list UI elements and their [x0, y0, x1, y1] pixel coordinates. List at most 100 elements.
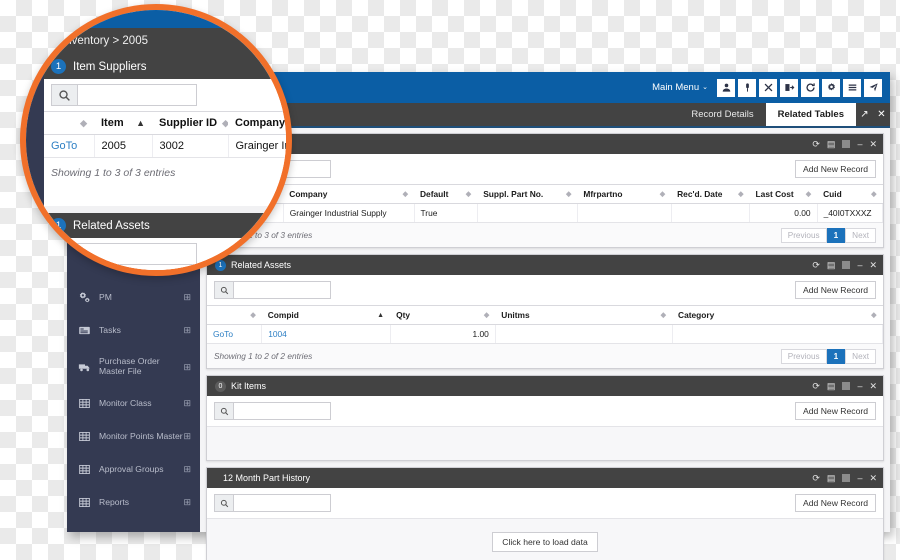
showing-entries-label: Showing 1 to 2 of 2 entries: [214, 351, 313, 361]
search-icon[interactable]: [214, 494, 233, 512]
columns-icon[interactable]: ▤: [827, 473, 836, 484]
sidebar-item-purchase-order-master-file[interactable]: Purchase Order Master File ⊞: [67, 347, 200, 387]
goto-link[interactable]: GoTo: [51, 140, 77, 152]
sidebar-item-reports[interactable]: Reports ⊞: [67, 486, 200, 519]
refresh-icon[interactable]: [801, 78, 819, 97]
column-header-mfrpartno[interactable]: Mfrpartno ◆: [577, 184, 672, 204]
pagination-page-1[interactable]: 1: [826, 348, 846, 364]
column-header-category[interactable]: Category ◆: [672, 305, 883, 325]
close-icon[interactable]: ✕: [869, 260, 877, 271]
logout-icon[interactable]: [780, 78, 798, 97]
column-header-recd-date[interactable]: Rec'd. Date ◆: [671, 184, 750, 204]
search-icon[interactable]: [51, 84, 77, 106]
table-row[interactable]: GoTo 1004 1.00: [207, 324, 884, 344]
minimize-icon[interactable]: –: [857, 473, 862, 483]
column-header-company[interactable]: Company: [228, 111, 286, 135]
send-icon[interactable]: [864, 78, 882, 97]
expand-icon[interactable]: ⊞: [183, 292, 191, 303]
columns-icon[interactable]: ▤: [827, 260, 836, 271]
pagination-page-1[interactable]: 1: [826, 227, 846, 243]
gear-icon[interactable]: [822, 78, 840, 97]
search-input[interactable]: [233, 494, 331, 512]
search-input[interactable]: [77, 84, 197, 106]
refresh-icon[interactable]: ⟳: [812, 473, 820, 484]
pagination-next[interactable]: Next: [845, 227, 876, 243]
sidebar-item-pm[interactable]: PM ⊞: [67, 281, 200, 314]
table-row[interactable]: GoTo 2005 3002 Grainger Indu: [44, 134, 286, 158]
restore-icon[interactable]: [842, 474, 851, 482]
showing-entries-label: Showing 1 to 3 of 3 entries: [51, 167, 176, 179]
sidebar-item-monitor-class[interactable]: Monitor Class ⊞: [67, 387, 200, 420]
column-header-company[interactable]: Company ◆: [283, 184, 414, 204]
tab-record-details[interactable]: Record Details: [679, 103, 765, 126]
cell-supplier-id: 3002: [152, 134, 229, 158]
close-icon[interactable]: ✕: [873, 103, 890, 126]
column-header-goto[interactable]: ◆: [207, 305, 262, 325]
pin-icon[interactable]: [738, 78, 756, 97]
minimize-icon[interactable]: –: [857, 381, 862, 391]
cell-compid[interactable]: 1004: [261, 324, 391, 344]
expand-icon[interactable]: ⊞: [183, 464, 191, 475]
close-icon[interactable]: ✕: [869, 381, 877, 392]
sidebar-item-tasks[interactable]: Tasks ⊞: [67, 314, 200, 347]
hamburger-icon[interactable]: [843, 78, 861, 97]
pagination-previous[interactable]: Previous: [780, 348, 827, 364]
close-x-icon[interactable]: [759, 78, 777, 97]
tab-related-tables[interactable]: Related Tables: [765, 103, 856, 126]
cell-recd-date: [671, 203, 751, 223]
column-header-goto[interactable]: ◆: [44, 111, 94, 135]
expand-icon[interactable]: ⊞: [183, 325, 191, 336]
search-input[interactable]: [233, 281, 331, 299]
minimize-icon[interactable]: –: [857, 139, 862, 149]
column-header-suppl-part-no[interactable]: Suppl. Part No. ◆: [477, 184, 578, 204]
refresh-icon[interactable]: ⟳: [812, 260, 820, 271]
add-new-record-button[interactable]: Add New Record: [795, 281, 876, 299]
main-menu-button[interactable]: Main Menu ⌄: [652, 82, 708, 93]
cell-goto[interactable]: GoTo: [207, 324, 263, 344]
search-input[interactable]: [77, 243, 197, 265]
close-icon[interactable]: ✕: [869, 473, 877, 484]
expand-icon[interactable]: ⊞: [183, 398, 191, 409]
search-icon[interactable]: [51, 243, 77, 265]
search-icon[interactable]: [214, 281, 233, 299]
refresh-icon[interactable]: ⟳: [812, 139, 820, 150]
user-icon[interactable]: [717, 78, 735, 97]
minimize-icon[interactable]: –: [857, 260, 862, 270]
sidebar-item-monitor-points-master[interactable]: Monitor Points Master ⊞: [67, 420, 200, 453]
column-header-unitms[interactable]: Unitms ◆: [495, 305, 673, 325]
column-header-last-cost[interactable]: Last Cost ◆: [749, 184, 818, 204]
search-input[interactable]: [233, 402, 331, 420]
truck-icon: [78, 360, 95, 374]
restore-icon[interactable]: [842, 140, 851, 148]
sidebar-item-approval-groups[interactable]: Approval Groups ⊞: [67, 453, 200, 486]
compid-link[interactable]: 1004: [268, 329, 287, 339]
pagination-previous[interactable]: Previous: [780, 227, 827, 243]
add-new-record-button[interactable]: Add New Record: [795, 494, 876, 512]
close-icon[interactable]: ✕: [869, 139, 877, 150]
add-new-record-button[interactable]: Add New Record: [795, 402, 876, 420]
panel-title: Item Suppliers: [73, 60, 147, 73]
column-header-item[interactable]: Item ▲: [94, 111, 152, 135]
column-header-default[interactable]: Default ◆: [414, 184, 478, 204]
cell-goto[interactable]: GoTo: [44, 134, 95, 158]
panel-controls: ⟳ ▤ – ✕: [812, 260, 877, 271]
refresh-icon[interactable]: ⟳: [812, 381, 820, 392]
column-header-compid[interactable]: Compid ▲: [261, 305, 391, 325]
pagination-next[interactable]: Next: [845, 348, 876, 364]
expand-icon[interactable]: ⊞: [183, 497, 191, 508]
expand-icon[interactable]: ⊞: [183, 362, 191, 373]
goto-link[interactable]: GoTo: [213, 329, 233, 339]
columns-icon[interactable]: ▤: [827, 381, 836, 392]
expand-icon[interactable]: ↗: [856, 103, 873, 126]
search-icon[interactable]: [214, 402, 233, 420]
expand-icon[interactable]: ⊞: [183, 431, 191, 442]
load-data-button[interactable]: Click here to load data: [492, 531, 598, 552]
table-row[interactable]: 3002 Grainger Industrial Supply True 0.0…: [207, 203, 884, 223]
column-header-cuid[interactable]: Cuid ◆: [817, 184, 883, 204]
restore-icon[interactable]: [842, 382, 851, 390]
columns-icon[interactable]: ▤: [827, 139, 836, 150]
column-header-supplier-id[interactable]: Supplier ID◆: [152, 111, 228, 135]
restore-icon[interactable]: [842, 261, 851, 269]
column-header-qty[interactable]: Qty ◆: [390, 305, 496, 325]
add-new-record-button[interactable]: Add New Record: [795, 160, 876, 178]
